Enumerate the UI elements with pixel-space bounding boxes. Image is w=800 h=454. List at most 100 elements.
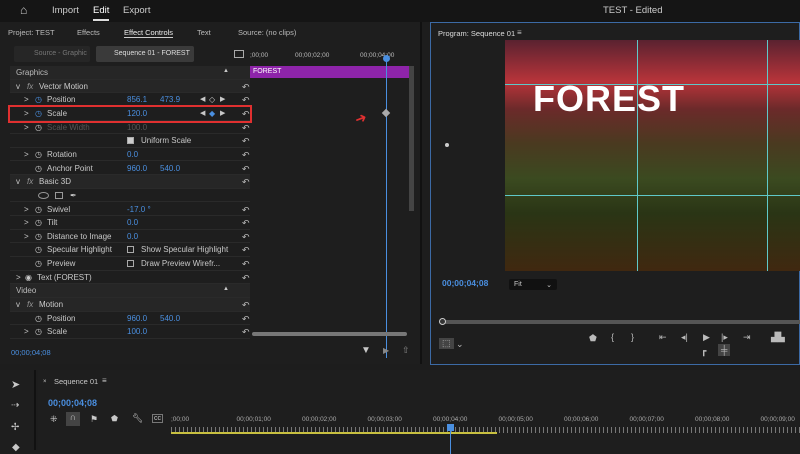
- step-back-icon[interactable]: ◂|: [681, 332, 688, 343]
- playhead-handle[interactable]: [447, 424, 454, 431]
- timeline-timecode[interactable]: 00;00;04;08: [48, 398, 97, 408]
- zoom-scrollbar[interactable]: [252, 332, 407, 336]
- menu-icon[interactable]: ≡: [517, 28, 522, 37]
- effect-row[interactable]: > ◉ Text (FOREST) ↶: [10, 271, 250, 285]
- value-field[interactable]: 120.0: [127, 109, 147, 118]
- collapse-icon[interactable]: ▲: [223, 68, 229, 74]
- sequence-tab[interactable]: Sequence 01 - FOREST: [96, 46, 194, 62]
- snap-icon[interactable]: ∩: [66, 412, 80, 426]
- reset-icon[interactable]: ↶: [242, 205, 250, 216]
- effect-row[interactable]: > ◷ Scale 120.0 ◀ ◆ ▶ ↶: [8, 104, 252, 123]
- keyframe-toggle-icon[interactable]: ◇: [209, 95, 215, 104]
- effect-row[interactable]: Graphics ▲: [10, 66, 250, 80]
- fx-icon[interactable]: fx: [27, 177, 33, 186]
- expand-icon[interactable]: >: [24, 327, 29, 336]
- reset-icon[interactable]: ↶: [242, 218, 250, 229]
- effect-row[interactable]: > ◷ Tilt 0.0 ↶: [10, 216, 250, 230]
- value-field[interactable]: 473.9: [160, 95, 180, 104]
- eye-icon[interactable]: ◉: [25, 273, 32, 282]
- expand-icon[interactable]: v: [16, 177, 20, 186]
- reset-icon[interactable]: ↶: [242, 259, 250, 270]
- effect-row[interactable]: v fx Motion ↶: [10, 298, 250, 312]
- expand-icon[interactable]: >: [24, 95, 29, 104]
- effect-row[interactable]: ✒: [10, 189, 250, 203]
- step-forward-icon[interactable]: |▸: [721, 332, 728, 343]
- effect-row[interactable]: Uniform Scale ↶: [10, 134, 250, 148]
- scrubber-handle[interactable]: [439, 318, 446, 325]
- panel-toggle-icon[interactable]: [234, 50, 244, 58]
- keyframe-toggle-icon[interactable]: ◆: [209, 109, 215, 118]
- tab-effects[interactable]: Effects: [77, 28, 100, 37]
- stopwatch-icon[interactable]: ◷: [35, 164, 42, 173]
- playhead-line[interactable]: [386, 58, 387, 358]
- value-field[interactable]: 100.0: [127, 327, 147, 336]
- filter-icon[interactable]: ▼: [361, 345, 371, 356]
- expand-icon[interactable]: >: [24, 150, 29, 159]
- edit-tab[interactable]: Edit: [93, 5, 110, 21]
- anchor-dot[interactable]: [445, 143, 449, 147]
- menu-icon[interactable]: ≡: [102, 376, 107, 385]
- forest-title-text[interactable]: FOREST: [533, 78, 685, 120]
- expand-icon[interactable]: v: [16, 300, 20, 309]
- collapse-icon[interactable]: ▲: [223, 286, 229, 292]
- fit-dropdown[interactable]: Fit ⌄: [509, 279, 557, 290]
- effect-row[interactable]: > ◷ Scale 100.0 ↶: [10, 325, 250, 339]
- reset-icon[interactable]: ↶: [242, 136, 250, 147]
- marker-icon[interactable]: ⬟: [589, 333, 597, 344]
- stopwatch-icon[interactable]: ◷: [35, 123, 42, 132]
- go-to-in-icon[interactable]: ⇤: [659, 332, 667, 343]
- stopwatch-icon[interactable]: ◷: [35, 259, 42, 268]
- stopwatch-icon[interactable]: ◷: [35, 150, 42, 159]
- reset-icon[interactable]: ↶: [242, 164, 250, 175]
- razor-tool-icon[interactable]: ◆: [12, 442, 20, 453]
- stopwatch-icon[interactable]: ◷: [35, 109, 42, 118]
- safe-margins-icon[interactable]: ⬚: [439, 338, 454, 349]
- value-field[interactable]: 0.0: [127, 232, 138, 241]
- value-field[interactable]: 540.0: [160, 314, 180, 323]
- effect-row[interactable]: > ◷ Swivel -17.0 ° ↶: [10, 203, 250, 217]
- reset-icon[interactable]: ↶: [242, 95, 250, 106]
- value-field[interactable]: 540.0: [160, 164, 180, 173]
- expand-icon[interactable]: >: [16, 273, 21, 282]
- work-area-bar[interactable]: [171, 432, 497, 434]
- next-keyframe-icon[interactable]: ▶: [220, 95, 225, 103]
- ellipse-mask-icon[interactable]: [38, 191, 49, 199]
- effect-row[interactable]: ◷ Preview Draw Preview Wirefr... ↶: [10, 257, 250, 271]
- checkbox[interactable]: [127, 137, 134, 145]
- reset-icon[interactable]: ↶: [242, 327, 250, 338]
- checkbox[interactable]: [127, 246, 134, 254]
- settings-wrench-icon[interactable]: 🔧︎: [132, 413, 143, 424]
- effect-row[interactable]: > ◷ Rotation 0.0 ↶: [10, 148, 250, 162]
- expand-icon[interactable]: >: [24, 218, 29, 227]
- prev-keyframe-icon[interactable]: ◀: [200, 109, 205, 117]
- rectangle-mask-icon[interactable]: [55, 191, 63, 199]
- insert-nest-icon[interactable]: ⁜: [50, 414, 58, 425]
- expand-icon[interactable]: >: [24, 123, 29, 132]
- next-keyframe-icon[interactable]: ▶: [220, 109, 225, 117]
- reset-icon[interactable]: ↶: [242, 150, 250, 161]
- add-marker-icon[interactable]: ⬟: [111, 414, 118, 423]
- play-icon[interactable]: ▶: [703, 332, 710, 343]
- home-icon[interactable]: ⌂: [20, 3, 27, 17]
- effect-row[interactable]: Video ▲: [10, 284, 250, 298]
- prev-keyframe-icon[interactable]: ◀: [200, 95, 205, 103]
- tab-text[interactable]: Text: [197, 28, 211, 37]
- program-timecode[interactable]: 00;00;04;08: [442, 278, 488, 288]
- stopwatch-icon[interactable]: ◷: [35, 245, 42, 254]
- ripple-edit-icon[interactable]: ✢: [11, 422, 19, 433]
- close-icon[interactable]: ×: [43, 379, 47, 385]
- checkbox[interactable]: [127, 260, 134, 268]
- expand-icon[interactable]: v: [16, 82, 20, 91]
- effect-row[interactable]: > ◷ Position 856.1 473.9 ◀ ◇ ▶ ↶: [10, 93, 250, 107]
- reset-icon[interactable]: ↶: [242, 177, 250, 188]
- reset-icon[interactable]: ↶: [242, 300, 250, 311]
- effect-row[interactable]: > ◷ Scale Width 100.0 ↶: [10, 121, 250, 135]
- reset-icon[interactable]: ↶: [242, 273, 250, 284]
- extract-icon[interactable]: ╪: [718, 344, 731, 356]
- reset-icon[interactable]: ↶: [242, 123, 250, 134]
- stopwatch-icon[interactable]: ◷: [35, 95, 42, 104]
- effect-row[interactable]: v fx Vector Motion ↶: [10, 79, 250, 94]
- fx-icon[interactable]: fx: [27, 82, 33, 91]
- ec-timecode[interactable]: 00;00;04;08: [11, 348, 51, 357]
- reset-icon[interactable]: ↶: [242, 82, 250, 93]
